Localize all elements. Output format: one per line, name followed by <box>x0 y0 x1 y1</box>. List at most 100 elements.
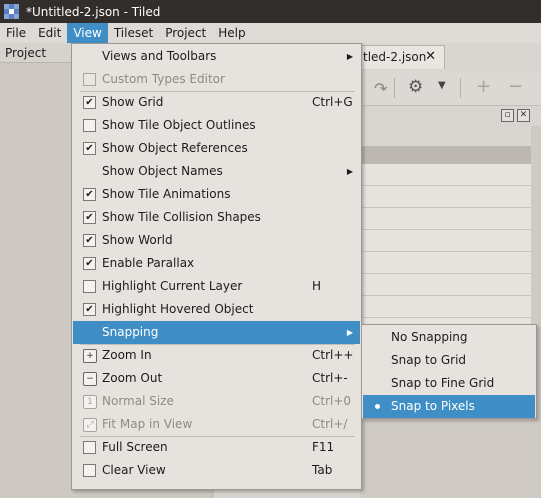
menu-item-snap-to-fine-grid[interactable]: Snap to Fine Grid <box>363 372 535 395</box>
menu-item-zoom-out[interactable]: − Zoom Out Ctrl+- <box>73 367 360 390</box>
menu-item-label: Views and Toolbars <box>102 49 217 63</box>
checkbox-checked-icon: ✔ <box>83 96 96 109</box>
add-icon[interactable]: + <box>476 76 491 97</box>
menu-view[interactable]: View <box>67 23 108 43</box>
menu-item-label: Highlight Hovered Object <box>102 302 254 316</box>
menu-item-views-and-toolbars[interactable]: Views and Toolbars ▶ <box>73 45 360 68</box>
table-row[interactable] <box>360 274 531 296</box>
properties-panel-header: ▫ ✕ <box>360 107 541 125</box>
menu-item-label: No Snapping <box>391 330 468 344</box>
table-row[interactable] <box>360 208 531 230</box>
menu-item-snapping[interactable]: Snapping ▶ <box>73 321 360 344</box>
table-row[interactable] <box>360 252 531 274</box>
menu-item-label: Clear View <box>102 463 166 477</box>
normal-size-icon: 1 <box>83 395 97 409</box>
chevron-down-icon[interactable]: ▼ <box>438 80 446 91</box>
menu-item-show-world[interactable]: ✔ Show World <box>73 229 360 252</box>
menu-item-label: Zoom In <box>102 348 152 362</box>
menu-project[interactable]: Project <box>159 23 212 43</box>
menu-item-label: Full Screen <box>102 440 168 454</box>
menu-item-show-object-names[interactable]: Show Object Names ▶ <box>73 160 360 183</box>
menu-item-shortcut: Ctrl+G <box>312 95 353 109</box>
title-bar: *Untitled-2.json - Tiled <box>0 0 541 23</box>
menu-item-snap-to-grid[interactable]: Snap to Grid <box>363 349 535 372</box>
menu-item-enable-parallax[interactable]: ✔ Enable Parallax <box>73 252 360 275</box>
float-panel-icon[interactable]: ▫ <box>501 109 514 122</box>
menu-item-show-tile-collision-shapes[interactable]: ✔ Show Tile Collision Shapes <box>73 206 360 229</box>
toolbar-separator <box>394 78 395 98</box>
menu-item-normal-size: 1 Normal Size Ctrl+0 <box>73 390 360 413</box>
scrollbar[interactable] <box>531 126 541 498</box>
menu-item-show-grid[interactable]: ✔ Show Grid Ctrl+G <box>73 91 360 114</box>
checkbox-icon <box>83 73 96 86</box>
menu-item-shortcut: Ctrl++ <box>312 348 354 362</box>
menu-item-label: Show Object References <box>102 141 248 155</box>
checkbox-checked-icon: ✔ <box>83 257 96 270</box>
menu-item-clear-view[interactable]: Clear View Tab <box>73 459 360 482</box>
menu-item-label: Highlight Current Layer <box>102 279 243 293</box>
gear-icon[interactable]: ⚙ <box>408 78 426 96</box>
menu-item-label: Show Tile Animations <box>102 187 231 201</box>
menu-item-label: Show Object Names <box>102 164 223 178</box>
menu-item-label: Normal Size <box>102 394 174 408</box>
checkbox-icon <box>83 464 96 477</box>
menu-item-shortcut: Tab <box>312 463 333 477</box>
checkbox-checked-icon: ✔ <box>83 211 96 224</box>
view-menu-dropdown: Views and Toolbars ▶ Custom Types Editor ✔ S… <box>71 43 362 490</box>
menu-item-show-tile-object-outlines[interactable]: Show Tile Object Outlines <box>73 114 360 137</box>
menu-item-label: Snap to Pixels <box>391 399 475 413</box>
lower-panel <box>360 420 531 498</box>
checkbox-icon <box>83 119 96 132</box>
menu-item-shortcut: Ctrl+0 <box>312 394 352 408</box>
close-tab-icon[interactable]: ✕ <box>425 46 436 68</box>
menu-item-shortcut: Ctrl+/ <box>312 417 348 431</box>
table-row[interactable] <box>360 164 531 186</box>
checkbox-icon <box>83 280 96 293</box>
menu-item-show-tile-animations[interactable]: ✔ Show Tile Animations <box>73 183 360 206</box>
menu-item-label: Custom Types Editor <box>102 72 225 86</box>
menu-item-no-snapping[interactable]: No Snapping <box>363 326 535 349</box>
menu-item-highlight-hovered-object[interactable]: ✔ Highlight Hovered Object <box>73 298 360 321</box>
table-row[interactable] <box>360 186 531 208</box>
menu-item-fit-map-in-view: ⤢ Fit Map in View Ctrl+/ <box>73 413 360 436</box>
menu-tileset[interactable]: Tileset <box>108 23 159 43</box>
window-title: *Untitled-2.json - Tiled <box>26 4 161 19</box>
menu-item-label: Show Grid <box>102 95 164 109</box>
menu-item-label: Enable Parallax <box>102 256 195 270</box>
document-tab[interactable]: tled-2.json ✕ <box>360 45 445 69</box>
menu-item-label: Fit Map in View <box>102 417 193 431</box>
menu-item-shortcut: F11 <box>312 440 335 454</box>
snapping-submenu: No Snapping Snap to Grid Snap to Fine Grid… <box>361 324 537 419</box>
menu-item-zoom-in[interactable]: + Zoom In Ctrl++ <box>73 344 360 367</box>
checkbox-checked-icon: ✔ <box>83 234 96 247</box>
menu-item-show-object-references[interactable]: ✔ Show Object References <box>73 137 360 160</box>
document-tab-label: tled-2.json <box>363 50 427 64</box>
project-dock-title: Project <box>5 46 47 60</box>
fit-map-icon: ⤢ <box>83 418 97 432</box>
menu-item-highlight-current-layer[interactable]: Highlight Current Layer H <box>73 275 360 298</box>
menu-item-shortcut: H <box>312 279 322 293</box>
remove-icon[interactable]: − <box>508 76 523 97</box>
menu-item-label: Zoom Out <box>102 371 163 385</box>
menu-item-full-screen[interactable]: Full Screen F11 <box>73 436 360 459</box>
radio-selected-icon <box>375 404 380 409</box>
table-row[interactable] <box>360 230 531 252</box>
menu-edit[interactable]: Edit <box>32 23 67 43</box>
checkbox-checked-icon: ✔ <box>83 303 96 316</box>
redo-icon[interactable]: ↷ <box>374 79 387 98</box>
menu-item-custom-types-editor: Custom Types Editor <box>73 68 360 91</box>
menu-item-label: Snap to Fine Grid <box>391 376 495 390</box>
menu-item-label: Snapping <box>102 325 159 339</box>
main-toolbar: ↷ ⚙ ▼ + − <box>360 71 541 106</box>
zoom-out-icon: − <box>83 372 97 386</box>
checkbox-icon <box>83 441 96 454</box>
checkbox-checked-icon: ✔ <box>83 188 96 201</box>
menu-file[interactable]: File <box>0 23 32 43</box>
zoom-in-icon: + <box>83 349 97 363</box>
menu-help[interactable]: Help <box>212 23 251 43</box>
table-row[interactable] <box>360 296 531 318</box>
menu-item-snap-to-pixels[interactable]: Snap to Pixels <box>363 395 535 418</box>
chevron-right-icon: ▶ <box>346 52 353 61</box>
close-panel-icon[interactable]: ✕ <box>517 109 530 122</box>
checkbox-checked-icon: ✔ <box>83 142 96 155</box>
